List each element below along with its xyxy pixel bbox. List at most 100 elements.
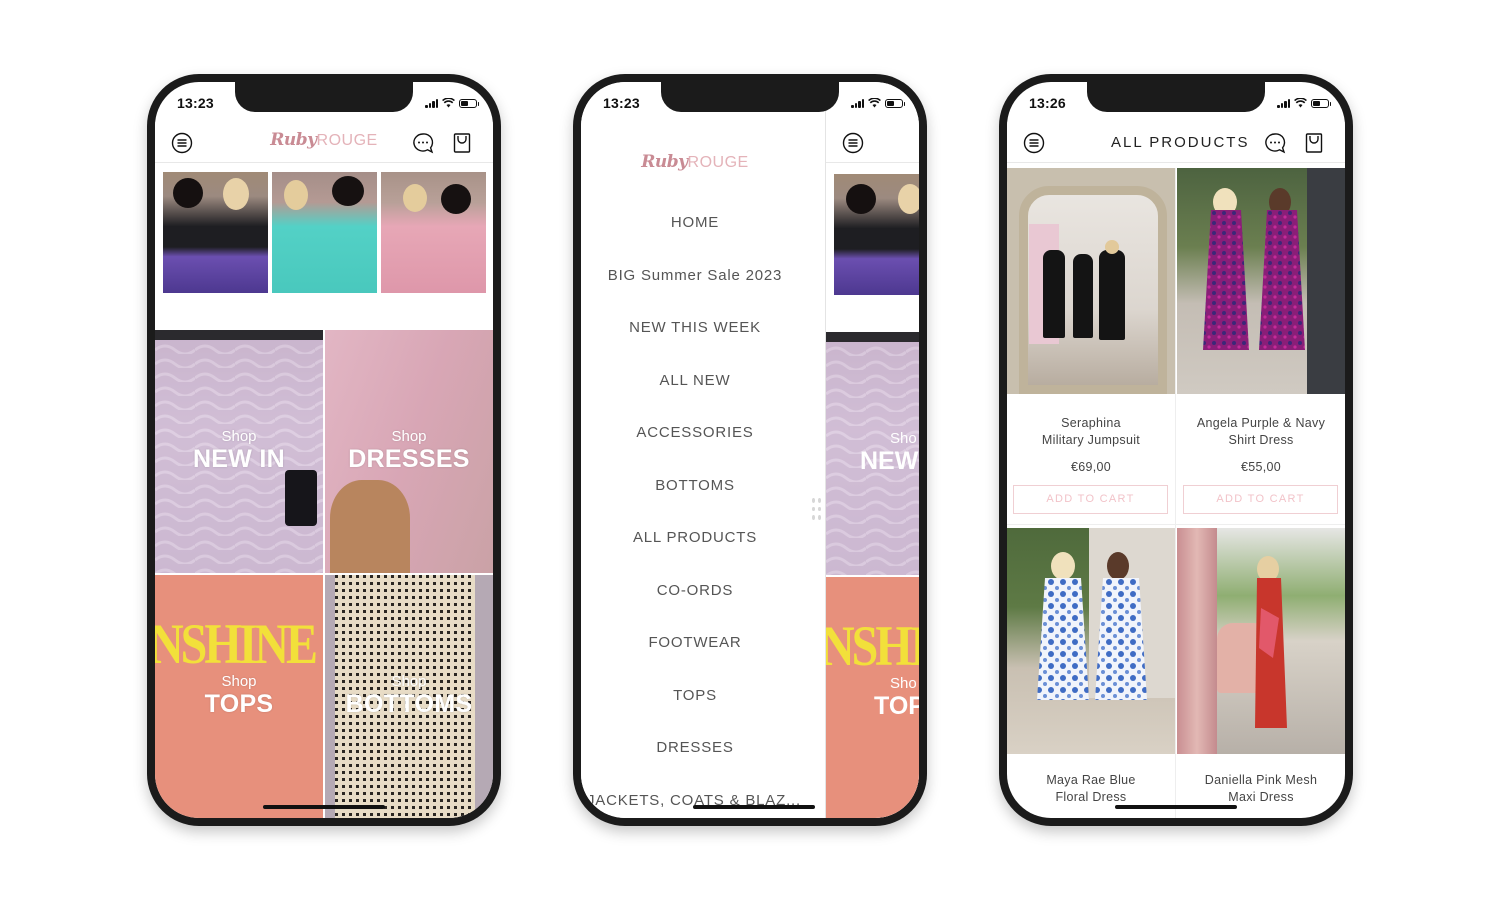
signal-icon: [851, 98, 864, 108]
page-behind-drawer[interactable]: ShoNEW NSHI ShoTOP: [825, 82, 919, 818]
tile-title: TOP: [874, 692, 919, 720]
status-icons: [851, 98, 905, 108]
tile-prefix: Shop: [391, 673, 427, 690]
phone-menu: 13:23 ShoNEW NSHI ShoTOP Ruby: [573, 74, 927, 826]
tile-prefix: Shop: [391, 428, 427, 445]
product-name-line: Floral Dress: [1055, 790, 1127, 804]
gallery-image[interactable]: [381, 172, 486, 293]
product-name-line: Angela Purple & Navy: [1196, 416, 1326, 430]
app-header: Ruby ROUGE: [155, 122, 493, 163]
nav-menu-item[interactable]: DRESSES: [581, 739, 809, 756]
status-time: 13:23: [177, 95, 214, 111]
status-time: 13:26: [1029, 95, 1066, 111]
tile-prefix: Shop: [221, 428, 257, 445]
category-tile-tops[interactable]: NSHI ShoTOP: [826, 577, 919, 818]
tile-prefix: Sho: [890, 675, 917, 692]
shopping-bag-icon[interactable]: [451, 132, 473, 154]
brand-logo[interactable]: Ruby ROUGE: [641, 152, 748, 172]
chat-icon[interactable]: [1264, 132, 1286, 154]
menu-icon[interactable]: [1023, 132, 1045, 154]
category-tile-tops[interactable]: NSHINE Shop TOPS: [155, 575, 323, 818]
page-title: ALL PRODUCTS: [1111, 134, 1250, 151]
tile-title: NEW: [860, 447, 919, 475]
nav-menu-item[interactable]: HOME: [581, 214, 809, 231]
product-image[interactable]: [1177, 528, 1345, 754]
wifi-icon: [868, 98, 881, 108]
home-indicator[interactable]: [1115, 805, 1237, 809]
battery-icon: [1311, 98, 1331, 108]
product-name[interactable]: Maya Rae Blue Floral Dress: [1007, 772, 1175, 806]
product-name[interactable]: Angela Purple & Navy Shirt Dress: [1177, 415, 1345, 449]
tile-title: TOPS: [204, 690, 274, 718]
add-to-cart-button[interactable]: ADD TO CART: [1183, 485, 1338, 514]
home-indicator[interactable]: [693, 805, 815, 809]
wifi-icon: [442, 98, 455, 108]
nav-drawer: Ruby ROUGE HOME BIG Summer Sale 2023 NEW TH…: [581, 82, 825, 818]
product-name-line: Military Jumpsuit: [1041, 433, 1141, 447]
category-tile-new-in[interactable]: Shop NEW IN: [155, 330, 323, 573]
nav-menu-item[interactable]: TOPS: [581, 687, 809, 704]
gallery-image[interactable]: [163, 172, 268, 293]
notch: [235, 82, 413, 112]
notch: [661, 82, 839, 112]
signal-icon: [425, 98, 438, 108]
product-name[interactable]: Seraphina Military Jumpsuit: [1007, 415, 1175, 449]
product-price: €55,00: [1240, 460, 1282, 474]
status-icons: [1277, 98, 1331, 108]
grid-divider: [1175, 168, 1176, 818]
product-name-line: Maxi Dress: [1228, 790, 1294, 804]
menu-icon[interactable]: [842, 132, 864, 154]
wifi-icon: [1294, 98, 1307, 108]
logo-word: ROUGE: [316, 132, 378, 149]
nav-menu-item[interactable]: ACCESSORIES: [581, 424, 809, 441]
product-image[interactable]: [1007, 528, 1175, 754]
tshirt-graphic-text: NSHI: [826, 614, 919, 679]
nav-menu-item[interactable]: BIG Summer Sale 2023: [581, 267, 809, 284]
nav-menu-item[interactable]: FOOTWEAR: [581, 634, 809, 651]
battery-icon: [885, 98, 905, 108]
screen: 13:23 ShoNEW NSHI ShoTOP Ruby: [581, 82, 919, 818]
chat-icon[interactable]: [412, 132, 434, 154]
product-name-line: Maya Rae Blue: [1046, 773, 1136, 787]
category-tile-new-in[interactable]: Sho NEW: [826, 332, 919, 575]
menu-icon[interactable]: [171, 132, 193, 154]
product-name-line: Daniella Pink Mesh: [1204, 773, 1318, 787]
battery-icon: [459, 98, 479, 108]
tile-title: DRESSES: [348, 445, 470, 473]
nav-menu-item[interactable]: ALL NEW: [581, 372, 809, 389]
tile-prefix: Sho: [890, 430, 917, 447]
product-name-line: Shirt Dress: [1228, 433, 1294, 447]
shopping-bag-icon[interactable]: [1303, 132, 1325, 154]
gallery-image[interactable]: [272, 172, 377, 293]
logo-script: Ruby: [641, 152, 688, 172]
signal-icon: [1277, 98, 1290, 108]
category-tile-bottoms[interactable]: Shop BOTTOMS: [325, 575, 493, 818]
nav-menu-item[interactable]: BOTTOMS: [581, 477, 809, 494]
category-tile-dresses[interactable]: Shop DRESSES: [325, 330, 493, 573]
brand-logo[interactable]: Ruby ROUGE: [270, 130, 377, 150]
phone-home: 13:23 Ruby ROUGE Shop NEW IN Shop DRESSE…: [147, 74, 501, 826]
nav-menu-item[interactable]: CO-ORDS: [581, 582, 809, 599]
product-name-line: Seraphina: [1061, 416, 1121, 430]
status-icons: [425, 98, 479, 108]
tile-title: NEW IN: [192, 445, 286, 473]
drag-handle[interactable]: [812, 498, 821, 520]
logo-word: ROUGE: [687, 154, 749, 171]
product-price: €69,00: [1070, 460, 1112, 474]
tile-title: BOTTOMS: [345, 690, 473, 718]
status-time: 13:23: [603, 95, 640, 111]
logo-script: Ruby: [270, 130, 317, 150]
nav-menu-item[interactable]: ALL PRODUCTS: [581, 529, 809, 546]
gallery-image[interactable]: [834, 174, 919, 295]
screen: 13:26 ALL PRODUCTS Seraphina Military Jum: [1007, 82, 1345, 818]
tile-prefix: Shop: [221, 673, 257, 690]
tshirt-graphic-text: NSHINE: [155, 612, 318, 677]
product-name[interactable]: Daniella Pink Mesh Maxi Dress: [1177, 772, 1345, 806]
home-indicator[interactable]: [263, 805, 385, 809]
product-image[interactable]: [1177, 168, 1345, 394]
phone-all-products: 13:26 ALL PRODUCTS Seraphina Military Jum: [999, 74, 1353, 826]
screen: 13:23 Ruby ROUGE Shop NEW IN Shop DRESSE…: [155, 82, 493, 818]
add-to-cart-button[interactable]: ADD TO CART: [1013, 485, 1168, 514]
nav-menu-item[interactable]: NEW THIS WEEK: [581, 319, 809, 336]
product-image[interactable]: [1007, 168, 1175, 394]
